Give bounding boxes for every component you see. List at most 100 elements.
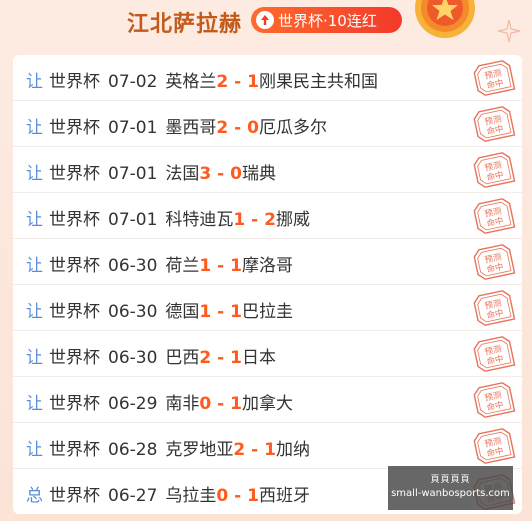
away-score: 0 — [247, 118, 259, 138]
away-score: 0 — [230, 164, 242, 184]
match-text: 总世界杯 06-27 乌拉圭0 - 1西班牙 — [26, 481, 310, 506]
home-score: 2 — [216, 72, 229, 92]
match-date: 06-30 — [108, 256, 158, 276]
score-separator: - — [228, 72, 248, 92]
bet-type-tag: 让 — [26, 72, 43, 92]
home-score: 1 — [199, 302, 212, 322]
watermark-line2: small-wanbosports.com — [391, 488, 510, 499]
match-row[interactable]: 让世界杯 06-30 荷兰1 - 1摩洛哥 预测 命中 — [13, 239, 522, 285]
home-team: 荷兰 — [165, 256, 200, 276]
match-list: 让世界杯 07-02 英格兰2 - 1刚果民主共和国 预测 命中 让世界杯 07-01… — [13, 55, 522, 514]
match-text: 让世界杯 07-01 法国3 - 0瑞典 — [26, 159, 276, 184]
match-date: 07-01 — [108, 210, 158, 230]
away-team: 摩洛哥 — [242, 256, 293, 276]
score-separator: - — [211, 394, 231, 414]
competition: 世界杯 — [49, 118, 100, 138]
score-separator: - — [228, 118, 248, 138]
score-separator: - — [228, 486, 248, 506]
match-text: 让世界杯 06-30 德国1 - 1巴拉圭 — [26, 297, 293, 322]
streak-badge: 世界杯·10连红 — [251, 7, 402, 33]
match-date: 07-01 — [108, 164, 158, 184]
home-score: 2 — [216, 118, 229, 138]
match-date: 06-29 — [108, 394, 158, 414]
page: 江北萨拉赫 世界杯·10连红 让世界杯 07-02 英格兰2 - 1刚果民主共和国 — [0, 0, 532, 521]
competition: 世界杯 — [49, 302, 100, 322]
away-team: 日本 — [242, 348, 276, 368]
match-row[interactable]: 让世界杯 06-28 克罗地亚2 - 1加纳 预测 命中 — [13, 423, 522, 469]
bet-type-tag: 让 — [26, 164, 43, 184]
home-score: 2 — [233, 440, 246, 460]
prediction-hit-stamp: 预测 命中 — [472, 335, 516, 375]
match-text: 让世界杯 06-30 荷兰1 - 1摩洛哥 — [26, 251, 293, 276]
bet-type-tag: 总 — [26, 486, 43, 506]
match-date: 06-30 — [108, 302, 158, 322]
score-separator: - — [211, 348, 231, 368]
match-date: 06-27 — [108, 486, 158, 506]
away-score: 2 — [264, 210, 276, 230]
away-team: 刚果民主共和国 — [259, 72, 378, 92]
home-team: 克罗地亚 — [165, 440, 234, 460]
prediction-hit-stamp: 预测 命中 — [472, 289, 516, 329]
prediction-hit-stamp: 预测 命中 — [472, 243, 516, 283]
home-score: 2 — [199, 348, 212, 368]
competition: 世界杯 — [49, 256, 100, 276]
bet-type-tag: 让 — [26, 210, 43, 230]
match-row[interactable]: 让世界杯 07-01 墨西哥2 - 0厄瓜多尔 预测 命中 — [13, 101, 522, 147]
prediction-hit-stamp: 预测 命中 — [472, 105, 516, 145]
home-team: 墨西哥 — [165, 118, 217, 138]
competition: 世界杯 — [49, 394, 100, 414]
competition: 世界杯 — [49, 72, 100, 92]
score-separator: - — [211, 302, 231, 322]
away-team: 巴拉圭 — [242, 302, 293, 322]
arrow-up-icon — [256, 11, 274, 29]
away-team: 西班牙 — [259, 486, 310, 506]
away-score: 1 — [247, 72, 259, 92]
match-row[interactable]: 让世界杯 07-02 英格兰2 - 1刚果民主共和国 预测 命中 — [13, 55, 522, 101]
score-separator: - — [245, 440, 265, 460]
home-team: 科特迪瓦 — [165, 210, 234, 230]
expert-name: 江北萨拉赫 — [127, 12, 243, 37]
home-score: 0 — [199, 394, 212, 414]
home-score: 0 — [216, 486, 229, 506]
sparkle-icon — [497, 19, 521, 43]
match-text: 让世界杯 07-02 英格兰2 - 1刚果民主共和国 — [26, 67, 378, 92]
home-team: 巴西 — [165, 348, 200, 368]
match-row[interactable]: 让世界杯 07-01 法国3 - 0瑞典 预测 命中 — [13, 147, 522, 193]
away-team: 瑞典 — [242, 164, 276, 184]
home-score: 3 — [199, 164, 212, 184]
away-team: 加拿大 — [242, 394, 293, 414]
competition: 世界杯 — [49, 210, 100, 230]
away-score: 1 — [247, 486, 259, 506]
home-score: 1 — [199, 256, 212, 276]
prediction-hit-stamp: 预测 命中 — [472, 151, 516, 191]
match-row[interactable]: 让世界杯 06-29 南非0 - 1加拿大 预测 命中 — [13, 377, 522, 423]
match-text: 让世界杯 06-29 南非0 - 1加拿大 — [26, 389, 293, 414]
home-score: 1 — [233, 210, 246, 230]
watermark: 頁頁頁頁 small-wanbosports.com — [388, 466, 513, 510]
home-team: 英格兰 — [165, 72, 217, 92]
match-text: 让世界杯 07-01 科特迪瓦1 - 2挪威 — [26, 205, 310, 230]
home-team: 南非 — [165, 394, 200, 414]
bet-type-tag: 让 — [26, 118, 43, 138]
home-team: 法国 — [165, 164, 200, 184]
away-score: 1 — [230, 348, 242, 368]
prediction-hit-stamp: 预测 命中 — [472, 381, 516, 421]
match-date: 06-28 — [108, 440, 158, 460]
match-text: 让世界杯 06-30 巴西2 - 1日本 — [26, 343, 276, 368]
prediction-hit-stamp: 预测 命中 — [472, 197, 516, 237]
score-separator: - — [245, 210, 265, 230]
medal-icon — [415, 0, 475, 38]
prediction-hit-stamp: 预测 命中 — [472, 427, 516, 467]
away-score: 1 — [230, 256, 242, 276]
competition: 世界杯 — [49, 440, 100, 460]
streak-label: 世界杯·10连红 — [278, 11, 377, 30]
away-score: 1 — [230, 302, 242, 322]
bet-type-tag: 让 — [26, 440, 43, 460]
away-score: 1 — [230, 394, 242, 414]
match-row[interactable]: 让世界杯 07-01 科特迪瓦1 - 2挪威 预测 命中 — [13, 193, 522, 239]
bet-type-tag: 让 — [26, 256, 43, 276]
home-team: 乌拉圭 — [165, 486, 217, 506]
match-date: 07-02 — [108, 72, 158, 92]
match-row[interactable]: 让世界杯 06-30 德国1 - 1巴拉圭 预测 命中 — [13, 285, 522, 331]
match-row[interactable]: 让世界杯 06-30 巴西2 - 1日本 预测 命中 — [13, 331, 522, 377]
